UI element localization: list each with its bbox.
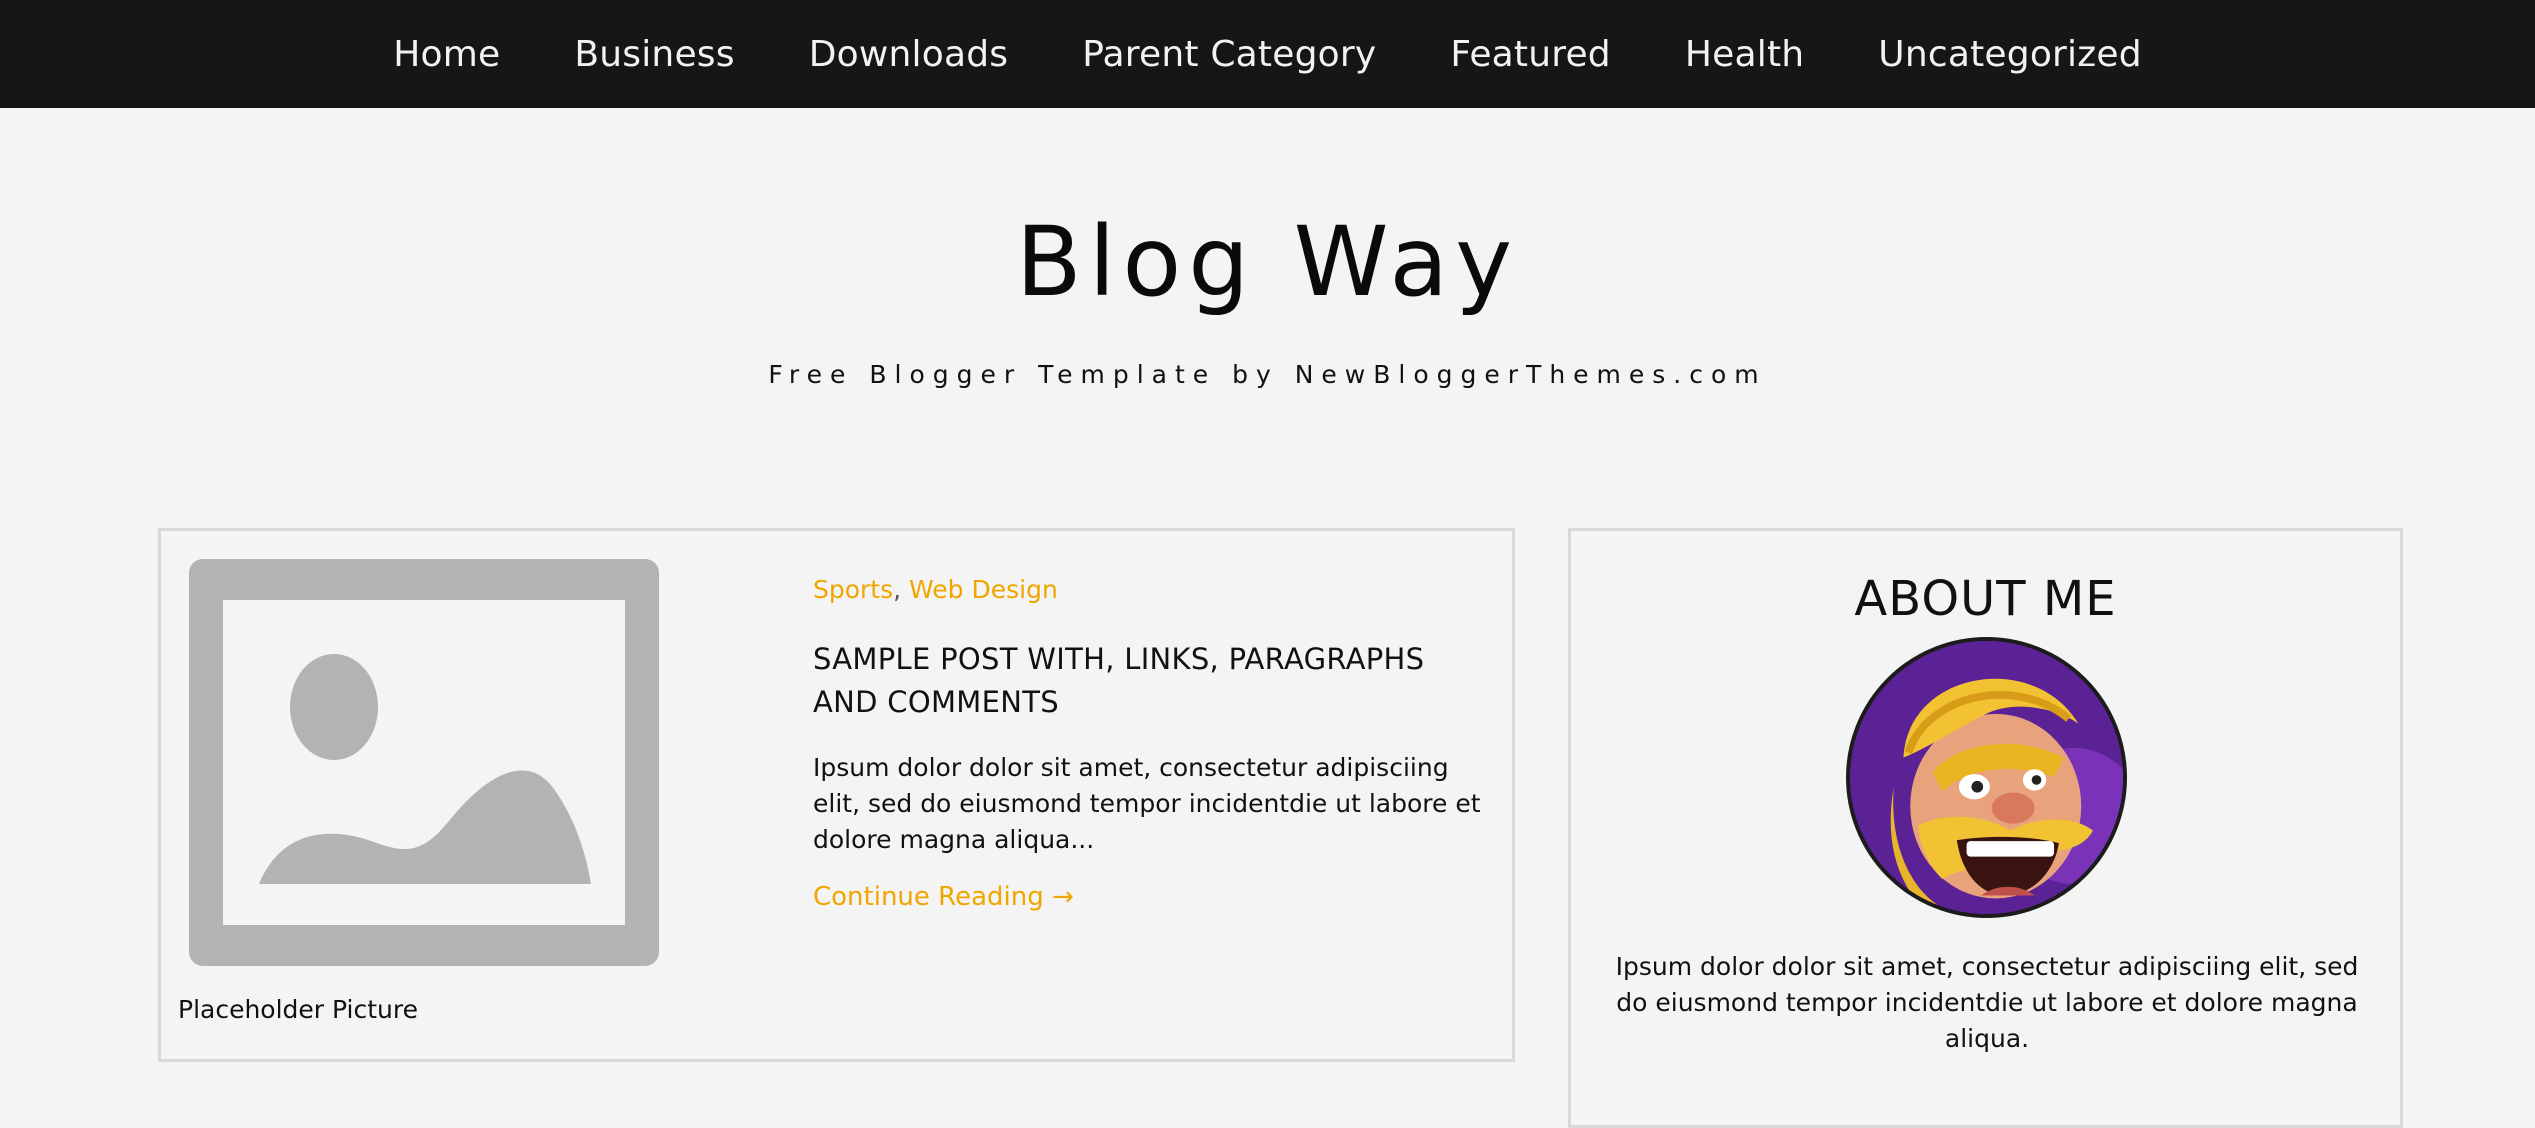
category-link-web-design[interactable]: Web Design [909, 575, 1058, 604]
thumbnail-caption: Placeholder Picture [178, 995, 419, 1024]
top-navigation: Home Business Downloads Parent Category … [0, 0, 2535, 108]
nav-link-uncategorized[interactable]: Uncategorized [1878, 34, 2141, 75]
post-card: Placeholder Picture Sports, Web Design S… [158, 528, 1515, 1062]
nav-link-health[interactable]: Health [1685, 34, 1804, 75]
about-me-widget: ABOUT ME Ipsum dolor dolor sit amet, con… [1568, 528, 2403, 1128]
category-link-sports[interactable]: Sports [813, 575, 893, 604]
post-categories: Sports, Web Design [813, 575, 1493, 604]
post-body: Sports, Web Design SAMPLE POST WITH, LIN… [813, 575, 1493, 912]
continue-reading-link[interactable]: Continue Reading → [813, 882, 1074, 912]
site-description: Free Blogger Template by NewBloggerTheme… [768, 360, 1767, 389]
site-title[interactable]: Blog Way [0, 209, 2535, 316]
nav-link-downloads[interactable]: Downloads [809, 34, 1009, 75]
category-separator: , [893, 575, 902, 604]
nav-link-home[interactable]: Home [393, 34, 500, 75]
post-excerpt: Ipsum dolor dolor sit amet, consectetur … [813, 753, 1481, 854]
nav-link-parent-category[interactable]: Parent Category [1082, 34, 1376, 75]
image-placeholder-icon[interactable] [189, 559, 659, 966]
post-title[interactable]: SAMPLE POST WITH, LINKS, PARAGRAPHS AND … [813, 638, 1493, 724]
avatar [1846, 637, 2127, 918]
nav-link-featured[interactable]: Featured [1450, 34, 1611, 75]
nav-link-business[interactable]: Business [574, 34, 734, 75]
about-text: Ipsum dolor dolor sit amet, consectetur … [1615, 952, 2359, 1053]
about-title: ABOUT ME [1854, 571, 2117, 627]
